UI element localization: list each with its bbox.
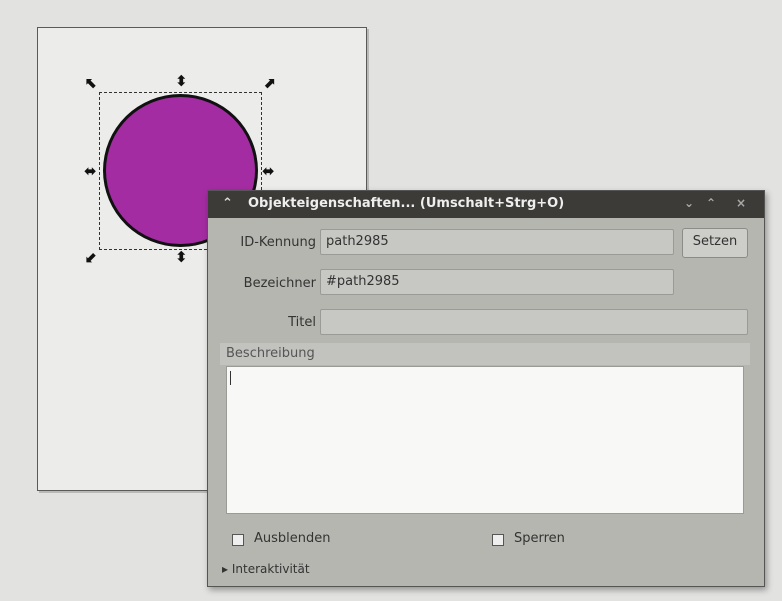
lock-checkbox[interactable]: [492, 534, 504, 546]
scale-handle-top-left-icon[interactable]: ⬉: [85, 76, 98, 91]
id-input[interactable]: path2985: [320, 229, 674, 255]
id-label: ID-Kennung: [240, 235, 316, 250]
title-label: Titel: [288, 315, 316, 330]
description-textarea[interactable]: [226, 366, 744, 514]
text-caret: [230, 371, 231, 385]
label-input[interactable]: #path2985: [320, 269, 674, 295]
expander-arrow-icon: ▸: [222, 562, 229, 576]
label-label: Bezeichner: [243, 276, 316, 291]
scale-handle-bottom-left-icon[interactable]: ⬋: [85, 250, 98, 265]
scale-handle-left-icon[interactable]: ⬌: [84, 164, 97, 179]
interactivity-label: Interaktivität: [231, 562, 310, 576]
scale-handle-right-icon[interactable]: ⬌: [262, 164, 275, 179]
title-input[interactable]: [320, 309, 748, 335]
hide-label: Ausblenden: [254, 531, 331, 546]
description-label: Beschreibung: [220, 343, 750, 365]
dialog-title: Objekteigenschaften... (Umschalt+Strg+O): [248, 196, 565, 211]
lock-label: Sperren: [514, 531, 565, 546]
scale-handle-top-right-icon[interactable]: ⬈: [263, 76, 276, 91]
chevron-up-icon[interactable]: ⌃: [222, 196, 233, 211]
close-icon[interactable]: ×: [736, 196, 746, 210]
scale-handle-top-icon[interactable]: ⬍: [175, 74, 188, 89]
set-button[interactable]: Setzen: [682, 228, 748, 258]
object-properties-dialog: ⌃ Objekteigenschaften... (Umschalt+Strg+…: [207, 190, 765, 587]
minimize-icon[interactable]: ⌄: [684, 196, 694, 210]
dialog-titlebar[interactable]: ⌃ Objekteigenschaften... (Umschalt+Strg+…: [208, 191, 764, 218]
interactivity-expander[interactable]: ▸ Interaktivität: [222, 562, 310, 576]
hide-checkbox[interactable]: [232, 534, 244, 546]
scale-handle-bottom-icon[interactable]: ⬍: [175, 250, 188, 265]
maximize-icon[interactable]: ⌃: [706, 196, 716, 210]
